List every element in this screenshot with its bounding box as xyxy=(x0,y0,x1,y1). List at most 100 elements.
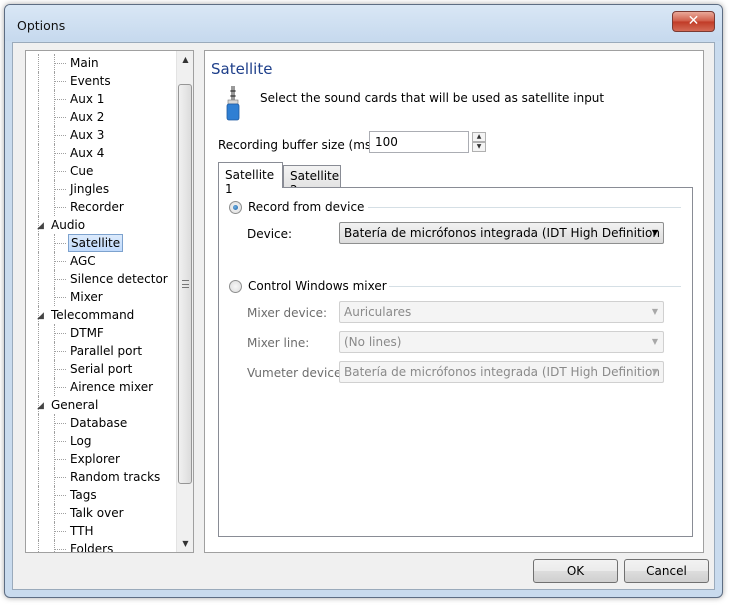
tree-group[interactable]: ◢ Audio xyxy=(26,216,176,234)
tree-item-label: Tags xyxy=(70,488,97,502)
tree-item[interactable]: Events xyxy=(26,72,176,90)
tab-satellite-1[interactable]: Satellite 1 xyxy=(218,162,283,196)
tree-list: Main Events Aux 1 Aux 2 Aux 3 Aux 4 Cue Jingles… xyxy=(26,54,176,552)
tree-item[interactable]: AGC xyxy=(26,252,176,270)
tree-line xyxy=(38,522,39,540)
tab-satellite-2[interactable]: Satellite 2 xyxy=(283,165,341,197)
chevron-down-icon: ▼ xyxy=(651,307,658,316)
tree-item[interactable]: Jingles xyxy=(26,180,176,198)
window-title: Options xyxy=(17,18,66,33)
chevron-down-icon: ▼ xyxy=(651,367,658,376)
tree-item[interactable]: Satellite xyxy=(26,234,176,252)
expand-triangle-icon[interactable]: ◢ xyxy=(37,307,44,325)
tree-item-label: Aux 2 xyxy=(70,110,105,124)
mixer-line-value: (No lines) xyxy=(344,335,402,349)
tree-item[interactable]: Airence mixer xyxy=(26,378,176,396)
tree-line xyxy=(55,117,66,118)
tree-line xyxy=(55,531,66,532)
tree-line xyxy=(38,414,39,432)
tree-item[interactable]: Silence detector xyxy=(26,270,176,288)
mixer-radio[interactable] xyxy=(229,279,242,293)
tree-item[interactable]: TTH xyxy=(26,522,176,540)
tree-group[interactable]: ◢ General xyxy=(26,396,176,414)
mixer-device-label: Mixer device: xyxy=(247,306,328,320)
tree-line xyxy=(55,99,66,100)
tree-line xyxy=(55,477,66,478)
tree-line xyxy=(55,171,66,172)
title-bar[interactable]: Options ✕ xyxy=(5,5,722,41)
expand-triangle-icon[interactable]: ◢ xyxy=(37,217,44,235)
tree-line xyxy=(55,135,66,136)
tree-item[interactable]: Main xyxy=(26,54,176,72)
tree-item[interactable]: Recorder xyxy=(26,198,176,216)
options-window: Options ✕ Main Events Aux 1 Aux 2 Aux 3 Aux 4… xyxy=(4,4,723,598)
tree-item-label: General xyxy=(51,398,99,412)
mixer-device-select[interactable]: Auriculares ▼ xyxy=(339,301,664,323)
tree-item-label: Serial port xyxy=(70,362,133,376)
tree-line xyxy=(38,90,39,108)
close-button[interactable]: ✕ xyxy=(672,11,715,32)
tree-item[interactable]: Tags xyxy=(26,486,176,504)
tree-item[interactable]: Serial port xyxy=(26,360,176,378)
group-divider xyxy=(368,207,681,208)
tree-item-label: Airence mixer xyxy=(70,380,154,394)
tree-line xyxy=(55,63,66,64)
cancel-button[interactable]: Cancel xyxy=(624,559,709,583)
tree-line xyxy=(38,54,39,72)
tree-item-label: Cue xyxy=(70,164,94,178)
scroll-down-icon[interactable]: ▼ xyxy=(177,535,193,552)
tree-item-label: Explorer xyxy=(70,452,120,466)
tree-item-label: Aux 4 xyxy=(70,146,105,160)
record-from-device-option[interactable]: Record from device xyxy=(229,200,364,214)
tree-line xyxy=(38,198,39,216)
close-icon: ✕ xyxy=(687,13,700,29)
tree-item[interactable]: Database xyxy=(26,414,176,432)
tree-line xyxy=(38,450,39,468)
record-device-radio[interactable] xyxy=(229,200,242,214)
spin-up-icon[interactable]: ▲ xyxy=(472,132,486,142)
description-text: Select the sound cards that will be used… xyxy=(260,91,605,105)
tree-item[interactable]: DTMF xyxy=(26,324,176,342)
tree-item-label: Random tracks xyxy=(70,470,161,484)
vumeter-device-select[interactable]: Batería de micrófonos integrada (IDT Hig… xyxy=(339,361,664,383)
grip-icon xyxy=(182,280,189,288)
tree-line xyxy=(38,270,39,288)
tree-item[interactable]: Cue xyxy=(26,162,176,180)
tree-line xyxy=(55,81,66,82)
tree-line xyxy=(38,108,39,126)
scroll-up-icon[interactable]: ▲ xyxy=(177,51,193,68)
tree-item[interactable]: Mixer xyxy=(26,288,176,306)
tree-line xyxy=(38,324,39,342)
tree-item[interactable]: Aux 3 xyxy=(26,126,176,144)
tree-line xyxy=(38,126,39,144)
tree-item[interactable]: Aux 1 xyxy=(26,90,176,108)
tree-item[interactable]: Aux 4 xyxy=(26,144,176,162)
device-select[interactable]: Batería de micrófonos integrada (IDT Hig… xyxy=(339,222,664,244)
tree-line xyxy=(55,279,66,280)
tree-group[interactable]: ◢ Telecommand xyxy=(26,306,176,324)
expand-triangle-icon[interactable]: ◢ xyxy=(37,397,44,415)
tree-line xyxy=(38,486,39,504)
tree-item[interactable]: Random tracks xyxy=(26,468,176,486)
tree-scrollbar[interactable]: ▲ ▼ xyxy=(176,51,193,552)
ok-button[interactable]: OK xyxy=(533,559,618,583)
page-title: Satellite xyxy=(211,60,273,78)
tree-line xyxy=(55,243,66,244)
tree-line xyxy=(38,234,39,252)
tree-item[interactable]: Parallel port xyxy=(26,342,176,360)
scroll-thumb[interactable] xyxy=(178,84,192,484)
control-windows-mixer-option[interactable]: Control Windows mixer xyxy=(229,279,387,293)
buffer-size-spinner: ▲ ▼ xyxy=(472,132,486,152)
mixer-line-select[interactable]: (No lines) ▼ xyxy=(339,331,664,353)
tree-item-label: AGC xyxy=(70,254,96,268)
tree-item[interactable]: Explorer xyxy=(26,450,176,468)
tree-line xyxy=(55,459,66,460)
tree-line xyxy=(38,288,39,306)
tree-item[interactable]: Talk over xyxy=(26,504,176,522)
tree-item[interactable]: Aux 2 xyxy=(26,108,176,126)
spin-down-icon[interactable]: ▼ xyxy=(472,142,486,152)
tree-item[interactable]: Log xyxy=(26,432,176,450)
tree-item[interactable]: Folders xyxy=(26,540,176,552)
buffer-size-input[interactable]: 100 xyxy=(369,131,469,153)
group-divider xyxy=(389,286,681,287)
